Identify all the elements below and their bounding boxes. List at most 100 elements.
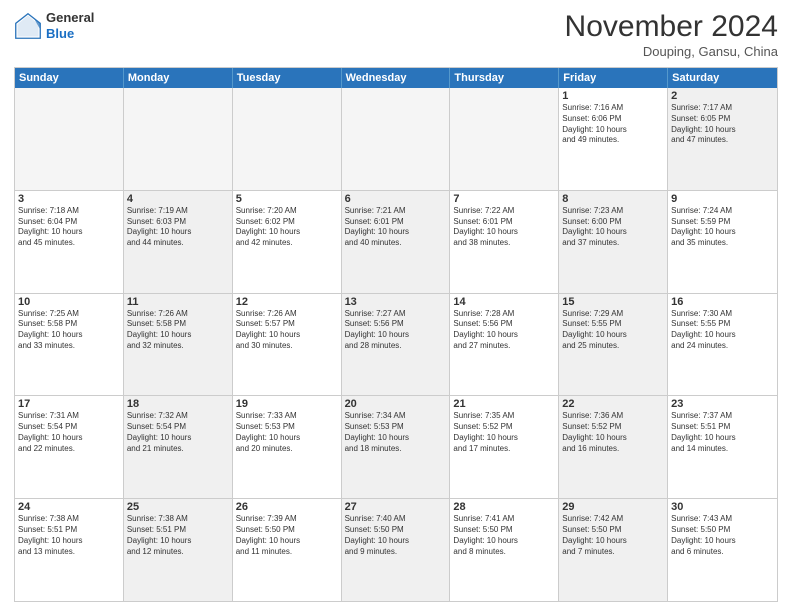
logo-icon [14, 12, 42, 40]
weekday-header: Wednesday [342, 68, 451, 88]
day-number: 28 [453, 501, 555, 513]
logo: General Blue [14, 10, 94, 41]
calendar-row: 10Sunrise: 7:25 AM Sunset: 5:58 PM Dayli… [15, 293, 777, 396]
calendar-cell: 17Sunrise: 7:31 AM Sunset: 5:54 PM Dayli… [15, 396, 124, 498]
calendar-row: 3Sunrise: 7:18 AM Sunset: 6:04 PM Daylig… [15, 190, 777, 293]
calendar-cell [342, 88, 451, 190]
calendar-cell: 25Sunrise: 7:38 AM Sunset: 5:51 PM Dayli… [124, 499, 233, 601]
month-title: November 2024 [565, 10, 778, 44]
cell-info: Sunrise: 7:28 AM Sunset: 5:56 PM Dayligh… [453, 309, 555, 352]
day-number: 5 [236, 193, 338, 205]
day-number: 1 [562, 90, 664, 102]
calendar-cell: 11Sunrise: 7:26 AM Sunset: 5:58 PM Dayli… [124, 294, 233, 396]
cell-info: Sunrise: 7:21 AM Sunset: 6:01 PM Dayligh… [345, 206, 447, 249]
logo-text: General Blue [46, 10, 94, 41]
calendar-cell: 18Sunrise: 7:32 AM Sunset: 5:54 PM Dayli… [124, 396, 233, 498]
cell-info: Sunrise: 7:23 AM Sunset: 6:00 PM Dayligh… [562, 206, 664, 249]
day-number: 21 [453, 398, 555, 410]
calendar-cell: 20Sunrise: 7:34 AM Sunset: 5:53 PM Dayli… [342, 396, 451, 498]
calendar-body: 1Sunrise: 7:16 AM Sunset: 6:06 PM Daylig… [15, 88, 777, 601]
day-number: 14 [453, 296, 555, 308]
calendar-cell: 22Sunrise: 7:36 AM Sunset: 5:52 PM Dayli… [559, 396, 668, 498]
calendar-cell: 21Sunrise: 7:35 AM Sunset: 5:52 PM Dayli… [450, 396, 559, 498]
weekday-header: Sunday [15, 68, 124, 88]
calendar-cell: 6Sunrise: 7:21 AM Sunset: 6:01 PM Daylig… [342, 191, 451, 293]
calendar-cell: 23Sunrise: 7:37 AM Sunset: 5:51 PM Dayli… [668, 396, 777, 498]
cell-info: Sunrise: 7:39 AM Sunset: 5:50 PM Dayligh… [236, 514, 338, 557]
cell-info: Sunrise: 7:22 AM Sunset: 6:01 PM Dayligh… [453, 206, 555, 249]
logo-general: General [46, 10, 94, 26]
cell-info: Sunrise: 7:30 AM Sunset: 5:55 PM Dayligh… [671, 309, 774, 352]
cell-info: Sunrise: 7:20 AM Sunset: 6:02 PM Dayligh… [236, 206, 338, 249]
cell-info: Sunrise: 7:38 AM Sunset: 5:51 PM Dayligh… [18, 514, 120, 557]
cell-info: Sunrise: 7:32 AM Sunset: 5:54 PM Dayligh… [127, 411, 229, 454]
calendar-cell: 16Sunrise: 7:30 AM Sunset: 5:55 PM Dayli… [668, 294, 777, 396]
calendar-cell [124, 88, 233, 190]
calendar-cell [233, 88, 342, 190]
cell-info: Sunrise: 7:29 AM Sunset: 5:55 PM Dayligh… [562, 309, 664, 352]
calendar-cell: 27Sunrise: 7:40 AM Sunset: 5:50 PM Dayli… [342, 499, 451, 601]
day-number: 25 [127, 501, 229, 513]
cell-info: Sunrise: 7:38 AM Sunset: 5:51 PM Dayligh… [127, 514, 229, 557]
cell-info: Sunrise: 7:36 AM Sunset: 5:52 PM Dayligh… [562, 411, 664, 454]
cell-info: Sunrise: 7:25 AM Sunset: 5:58 PM Dayligh… [18, 309, 120, 352]
weekday-header: Saturday [668, 68, 777, 88]
day-number: 23 [671, 398, 774, 410]
day-number: 13 [345, 296, 447, 308]
weekday-header: Friday [559, 68, 668, 88]
calendar-header: SundayMondayTuesdayWednesdayThursdayFrid… [15, 68, 777, 88]
calendar-cell: 9Sunrise: 7:24 AM Sunset: 5:59 PM Daylig… [668, 191, 777, 293]
calendar-cell: 15Sunrise: 7:29 AM Sunset: 5:55 PM Dayli… [559, 294, 668, 396]
cell-info: Sunrise: 7:34 AM Sunset: 5:53 PM Dayligh… [345, 411, 447, 454]
cell-info: Sunrise: 7:41 AM Sunset: 5:50 PM Dayligh… [453, 514, 555, 557]
cell-info: Sunrise: 7:40 AM Sunset: 5:50 PM Dayligh… [345, 514, 447, 557]
calendar-cell: 8Sunrise: 7:23 AM Sunset: 6:00 PM Daylig… [559, 191, 668, 293]
calendar-cell: 19Sunrise: 7:33 AM Sunset: 5:53 PM Dayli… [233, 396, 342, 498]
header: General Blue November 2024 Douping, Gans… [14, 10, 778, 59]
calendar-cell: 24Sunrise: 7:38 AM Sunset: 5:51 PM Dayli… [15, 499, 124, 601]
cell-info: Sunrise: 7:19 AM Sunset: 6:03 PM Dayligh… [127, 206, 229, 249]
cell-info: Sunrise: 7:18 AM Sunset: 6:04 PM Dayligh… [18, 206, 120, 249]
day-number: 10 [18, 296, 120, 308]
day-number: 24 [18, 501, 120, 513]
title-block: November 2024 Douping, Gansu, China [565, 10, 778, 59]
cell-info: Sunrise: 7:35 AM Sunset: 5:52 PM Dayligh… [453, 411, 555, 454]
weekday-header: Tuesday [233, 68, 342, 88]
day-number: 26 [236, 501, 338, 513]
day-number: 15 [562, 296, 664, 308]
day-number: 6 [345, 193, 447, 205]
calendar-cell: 4Sunrise: 7:19 AM Sunset: 6:03 PM Daylig… [124, 191, 233, 293]
page: General Blue November 2024 Douping, Gans… [0, 0, 792, 612]
day-number: 8 [562, 193, 664, 205]
day-number: 11 [127, 296, 229, 308]
location: Douping, Gansu, China [565, 44, 778, 59]
day-number: 18 [127, 398, 229, 410]
cell-info: Sunrise: 7:17 AM Sunset: 6:05 PM Dayligh… [671, 103, 774, 146]
calendar-cell: 5Sunrise: 7:20 AM Sunset: 6:02 PM Daylig… [233, 191, 342, 293]
day-number: 30 [671, 501, 774, 513]
day-number: 16 [671, 296, 774, 308]
cell-info: Sunrise: 7:26 AM Sunset: 5:58 PM Dayligh… [127, 309, 229, 352]
weekday-header: Monday [124, 68, 233, 88]
day-number: 12 [236, 296, 338, 308]
calendar-cell [450, 88, 559, 190]
cell-info: Sunrise: 7:37 AM Sunset: 5:51 PM Dayligh… [671, 411, 774, 454]
calendar-row: 1Sunrise: 7:16 AM Sunset: 6:06 PM Daylig… [15, 88, 777, 190]
calendar-cell: 13Sunrise: 7:27 AM Sunset: 5:56 PM Dayli… [342, 294, 451, 396]
calendar-cell: 1Sunrise: 7:16 AM Sunset: 6:06 PM Daylig… [559, 88, 668, 190]
calendar-cell: 29Sunrise: 7:42 AM Sunset: 5:50 PM Dayli… [559, 499, 668, 601]
calendar-cell [15, 88, 124, 190]
day-number: 22 [562, 398, 664, 410]
cell-info: Sunrise: 7:16 AM Sunset: 6:06 PM Dayligh… [562, 103, 664, 146]
calendar-cell: 26Sunrise: 7:39 AM Sunset: 5:50 PM Dayli… [233, 499, 342, 601]
calendar-cell: 7Sunrise: 7:22 AM Sunset: 6:01 PM Daylig… [450, 191, 559, 293]
calendar-cell: 3Sunrise: 7:18 AM Sunset: 6:04 PM Daylig… [15, 191, 124, 293]
cell-info: Sunrise: 7:31 AM Sunset: 5:54 PM Dayligh… [18, 411, 120, 454]
day-number: 29 [562, 501, 664, 513]
cell-info: Sunrise: 7:27 AM Sunset: 5:56 PM Dayligh… [345, 309, 447, 352]
day-number: 17 [18, 398, 120, 410]
day-number: 7 [453, 193, 555, 205]
calendar-cell: 30Sunrise: 7:43 AM Sunset: 5:50 PM Dayli… [668, 499, 777, 601]
calendar: SundayMondayTuesdayWednesdayThursdayFrid… [14, 67, 778, 602]
weekday-header: Thursday [450, 68, 559, 88]
